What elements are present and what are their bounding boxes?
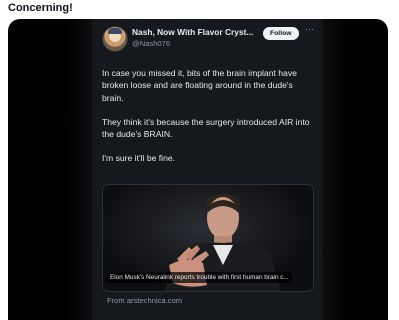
right-shade — [322, 19, 348, 320]
left-shade — [66, 19, 92, 320]
tweet-paragraph: They think it's because the surgery intr… — [102, 116, 310, 140]
link-card-source[interactable]: From arstechnica.com — [107, 296, 182, 305]
link-preview-card[interactable]: Elon Musk's Neuralink reports trouble wi… — [102, 184, 314, 292]
avatar[interactable] — [102, 26, 128, 52]
link-card-title-overlay: Elon Musk's Neuralink reports trouble wi… — [107, 272, 292, 283]
tweet-card: Nash, Now With Flavor Cryst... @Nash076 … — [92, 19, 322, 320]
more-options-icon[interactable]: ··· — [305, 24, 314, 34]
author-handle[interactable]: @Nash076 — [132, 39, 170, 48]
avatar-hat-icon — [108, 28, 122, 34]
author-display-name[interactable]: Nash, Now With Flavor Cryst... — [132, 27, 253, 37]
link-card-title[interactable]: Elon Musk's Neuralink reports trouble wi… — [110, 272, 289, 283]
tweet-paragraph: I'm sure it'll be fine. — [102, 153, 176, 164]
tweet-text: In case you missed it, bits of the brain… — [102, 67, 314, 177]
post-caption: Concerning! — [8, 2, 73, 14]
tweet-paragraph: In case you missed it, bits of the brain… — [102, 68, 297, 103]
follow-button[interactable]: Follow — [263, 27, 299, 40]
embedded-screenshot[interactable]: Nash, Now With Flavor Cryst... @Nash076 … — [8, 19, 388, 320]
